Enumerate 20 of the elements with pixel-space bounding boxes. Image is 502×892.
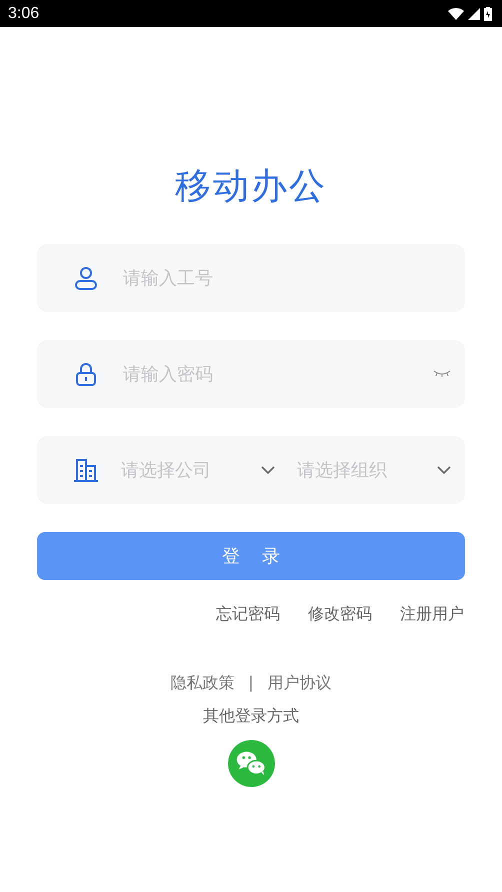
lock-icon xyxy=(73,361,99,387)
signal-icon xyxy=(468,8,480,20)
separator: | xyxy=(248,673,254,694)
chevron-down-icon xyxy=(437,466,451,474)
closed-eye-icon[interactable] xyxy=(433,369,451,379)
battery-icon xyxy=(484,6,492,20)
building-icon xyxy=(73,457,99,483)
wifi-icon xyxy=(448,7,464,20)
user-icon xyxy=(73,265,99,291)
chevron-down-icon xyxy=(261,466,275,474)
privacy-policy-link[interactable]: 隐私政策 xyxy=(170,673,234,694)
wechat-login-icon[interactable] xyxy=(228,740,274,787)
user-agreement-link[interactable]: 用户协议 xyxy=(268,673,332,694)
app-title: 移动办公 xyxy=(175,165,327,209)
link[interactable]: 修改密码 xyxy=(308,604,372,625)
link[interactable]: 忘记密码 xyxy=(216,604,280,625)
login-button[interactable]: 登录 xyxy=(37,532,465,580)
status-time: 3:06 xyxy=(8,4,40,22)
link[interactable]: 注册用户 xyxy=(400,604,464,625)
other-login-label: 其他登录方式 xyxy=(203,706,299,727)
